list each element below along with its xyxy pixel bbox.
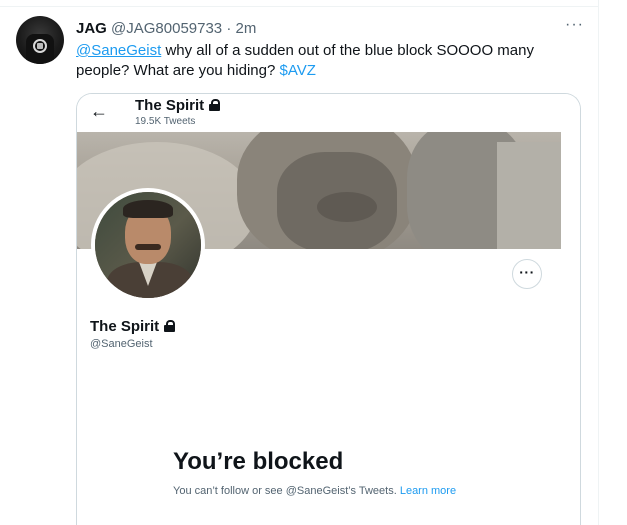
author-handle[interactable]: @JAG80059733	[111, 20, 222, 37]
arrow-left-icon[interactable]: ←	[90, 102, 108, 120]
tweet-count: 19.5K Tweets	[135, 116, 196, 127]
tweet-header: JAG @JAG80059733 · 2m	[76, 19, 256, 39]
author-name[interactable]: JAG	[76, 20, 107, 37]
tweet-text: @SaneGeist why all of a sudden out of th…	[76, 41, 576, 81]
mention-link[interactable]: @SaneGeist	[76, 42, 161, 59]
tweet-time[interactable]: 2m	[236, 20, 257, 37]
card-title-text: The Spirit	[135, 97, 205, 114]
profile-name-text: The Spirit	[90, 318, 160, 335]
author-avatar[interactable]	[16, 16, 64, 64]
more-icon[interactable]: ···	[565, 16, 584, 34]
lock-icon	[164, 320, 176, 332]
card-header: ← The Spirit 19.5K Tweets	[77, 94, 580, 132]
lock-icon	[209, 99, 221, 111]
blocked-title: You’re blocked	[173, 448, 344, 475]
scrollbar-area	[561, 132, 580, 525]
screenshot-card[interactable]: ← The Spirit 19.5K Tweets ··· The Spirit…	[76, 93, 581, 525]
blocked-text: You can’t follow or see @SaneGeist’s Twe…	[173, 485, 397, 497]
separator: ·	[226, 20, 232, 37]
profile-name: The Spirit	[90, 318, 176, 336]
profile-more-button[interactable]: ···	[512, 259, 542, 289]
top-divider	[0, 6, 598, 7]
card-title: The Spirit	[135, 97, 221, 115]
column-divider	[598, 0, 599, 525]
blocked-description: You can’t follow or see @SaneGeist’s Twe…	[173, 483, 473, 499]
profile-avatar[interactable]	[91, 188, 205, 302]
profile-handle: @SaneGeist	[90, 338, 153, 350]
cashtag-link[interactable]: $AVZ	[279, 62, 315, 79]
learn-more-link[interactable]: Learn more	[400, 485, 456, 497]
